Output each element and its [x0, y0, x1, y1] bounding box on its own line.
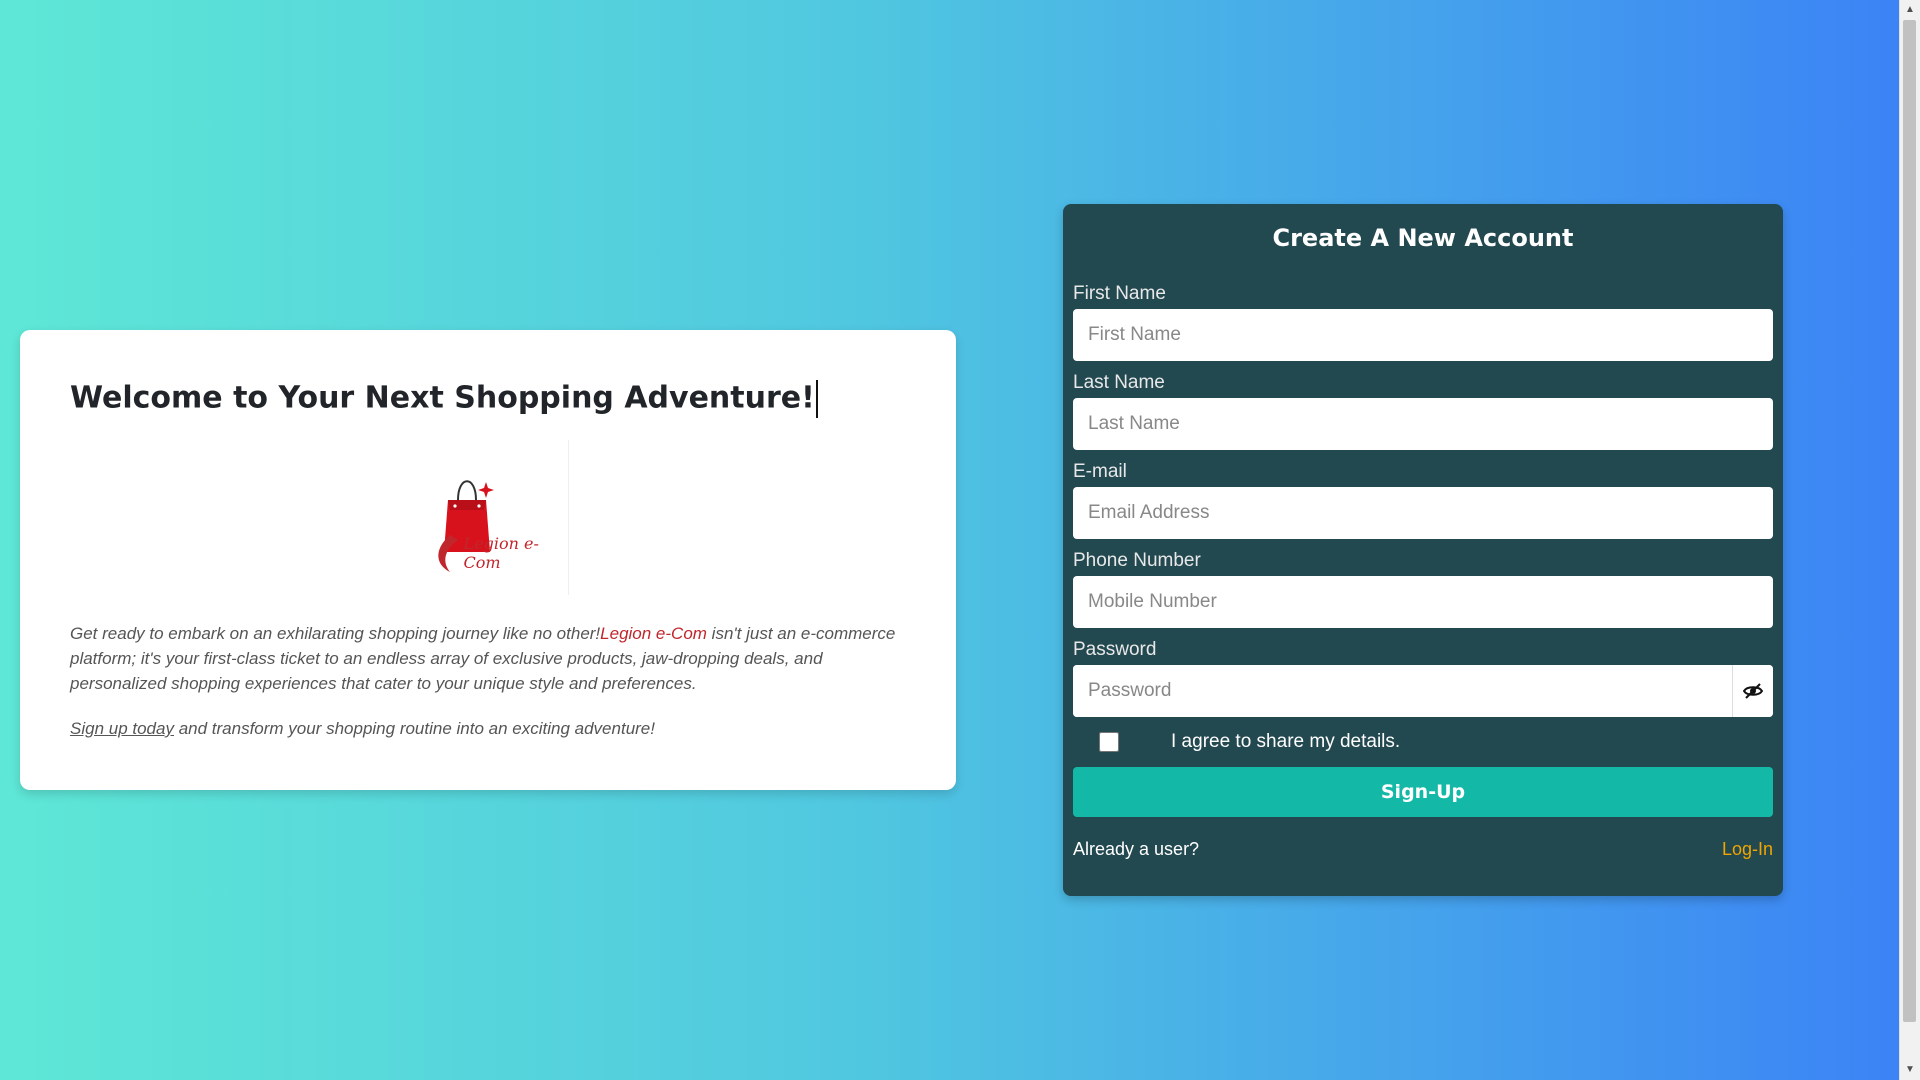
welcome-card: Welcome to Your Next Shopping Adventure!… — [20, 330, 956, 790]
agree-label: I agree to share my details. — [1171, 731, 1401, 752]
email-input[interactable] — [1073, 487, 1773, 539]
logo-wrap: Legion e-Com — [70, 440, 906, 595]
password-label: Password — [1073, 639, 1157, 660]
signup-card: Create A New Account First Name Last Nam… — [1063, 204, 1783, 896]
agree-row: I agree to share my details. — [1073, 717, 1773, 767]
page-scrollbar[interactable]: ▲ ▼ — [1899, 0, 1920, 1080]
first-name-label: First Name — [1073, 283, 1166, 304]
sign-up-today-link[interactable]: Sign up today — [70, 719, 174, 738]
agree-checkbox[interactable] — [1099, 732, 1119, 752]
phone-label: Phone Number — [1073, 550, 1201, 571]
welcome-text: Get ready to embark on an exhilarating s… — [70, 621, 906, 741]
text-cursor — [815, 380, 818, 418]
brand-logo: Legion e-Com — [428, 440, 569, 595]
first-name-input[interactable] — [1073, 309, 1773, 361]
signup-title: Create A New Account — [1272, 224, 1574, 252]
scroll-thumb[interactable] — [1903, 20, 1916, 1022]
brand-name: Legion e-Com — [600, 624, 707, 643]
scroll-up-arrow-icon[interactable]: ▲ — [1905, 5, 1915, 15]
phone-input[interactable] — [1073, 576, 1773, 628]
sign-up-button[interactable]: Sign-Up — [1073, 767, 1773, 817]
last-name-input[interactable] — [1073, 398, 1773, 450]
welcome-paragraph-2: Sign up today and transform your shoppin… — [70, 716, 906, 741]
welcome-title: Welcome to Your Next Shopping Adventure! — [70, 380, 906, 418]
welcome-title-text: Welcome to Your Next Shopping Adventure! — [70, 380, 815, 416]
welcome-paragraph-1: Get ready to embark on an exhilarating s… — [70, 621, 906, 696]
para2-text: and transform your shopping routine into… — [173, 719, 655, 738]
para1-text: Get ready to embark on an exhilarating s… — [70, 624, 601, 643]
last-name-label: Last Name — [1073, 372, 1165, 393]
password-toggle-button[interactable] — [1732, 665, 1773, 717]
logo-text: Legion e-Com — [463, 534, 539, 572]
scroll-down-arrow-icon[interactable]: ▼ — [1905, 1065, 1915, 1075]
email-label: E-mail — [1073, 461, 1127, 482]
password-input[interactable] — [1073, 665, 1732, 717]
already-user-text: Already a user? — [1073, 839, 1200, 859]
signup-footer: Already a user? Log-In — [1073, 839, 1773, 860]
log-in-link[interactable]: Log-In — [1722, 839, 1773, 860]
eye-slash-icon — [1743, 683, 1763, 699]
password-group — [1073, 665, 1773, 717]
